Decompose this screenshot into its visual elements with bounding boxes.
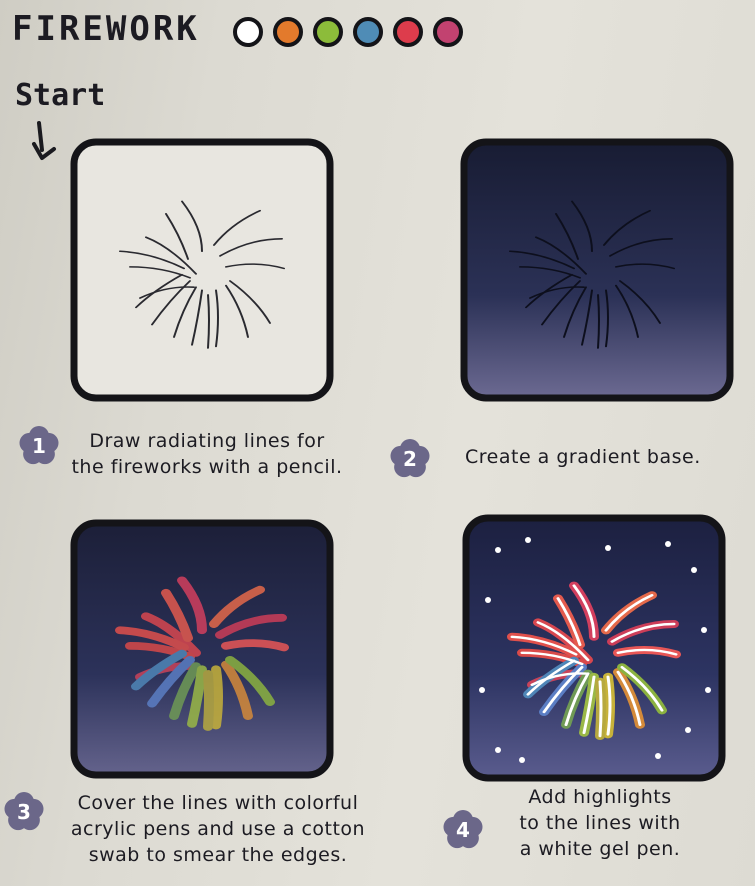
sparkle-dot — [701, 627, 707, 633]
sparkle-dot — [691, 567, 697, 573]
step2-caption: Create a gradient base. — [465, 446, 701, 468]
step4-caption: Add highlights to the lines with a white… — [519, 786, 681, 860]
color-palette — [233, 17, 463, 47]
step2-badge: 2 — [388, 437, 432, 481]
step3-caption: Cover the lines with colorful acrylic pe… — [70, 792, 366, 866]
color-pen-stroke — [211, 665, 223, 730]
color-pen-stroke — [203, 670, 214, 731]
step2-gradient-panel — [460, 138, 734, 402]
swatch-white — [233, 17, 263, 47]
step4-badge: 4 — [441, 808, 485, 852]
start-arrow-icon — [32, 121, 56, 160]
step1-sketch-panel — [70, 138, 334, 402]
step3-badge: 3 — [2, 790, 46, 834]
sparkle-dot — [495, 547, 501, 553]
sparkle-dot — [665, 541, 671, 547]
page-title: FIREWORK — [12, 9, 200, 49]
swatch-red — [393, 17, 423, 47]
sparkle-dot — [495, 747, 501, 753]
swatch-magenta — [433, 17, 463, 47]
sparkle-dot — [519, 757, 525, 763]
swatch-orange — [273, 17, 303, 47]
sketch-stroke — [207, 294, 210, 349]
sparkle-dot — [485, 597, 491, 603]
red-pen-stroke — [221, 639, 289, 652]
sparkle-dot — [479, 687, 485, 693]
step4-highlight-panel — [462, 514, 726, 782]
sparkle-dot — [525, 537, 531, 543]
sparkle-dot — [605, 545, 611, 551]
sparkle-dot — [655, 753, 661, 759]
sketch-stroke — [597, 294, 600, 349]
highlight-stroke — [598, 680, 603, 738]
sparkle-dot — [685, 727, 691, 733]
step3-color-panel — [70, 519, 334, 779]
swatch-blue — [353, 17, 383, 47]
swatch-green — [313, 17, 343, 47]
start-label: Start — [15, 78, 106, 113]
sparkle-dot — [705, 687, 711, 693]
step1-caption: Draw radiating lines for the fireworks w… — [71, 430, 343, 478]
